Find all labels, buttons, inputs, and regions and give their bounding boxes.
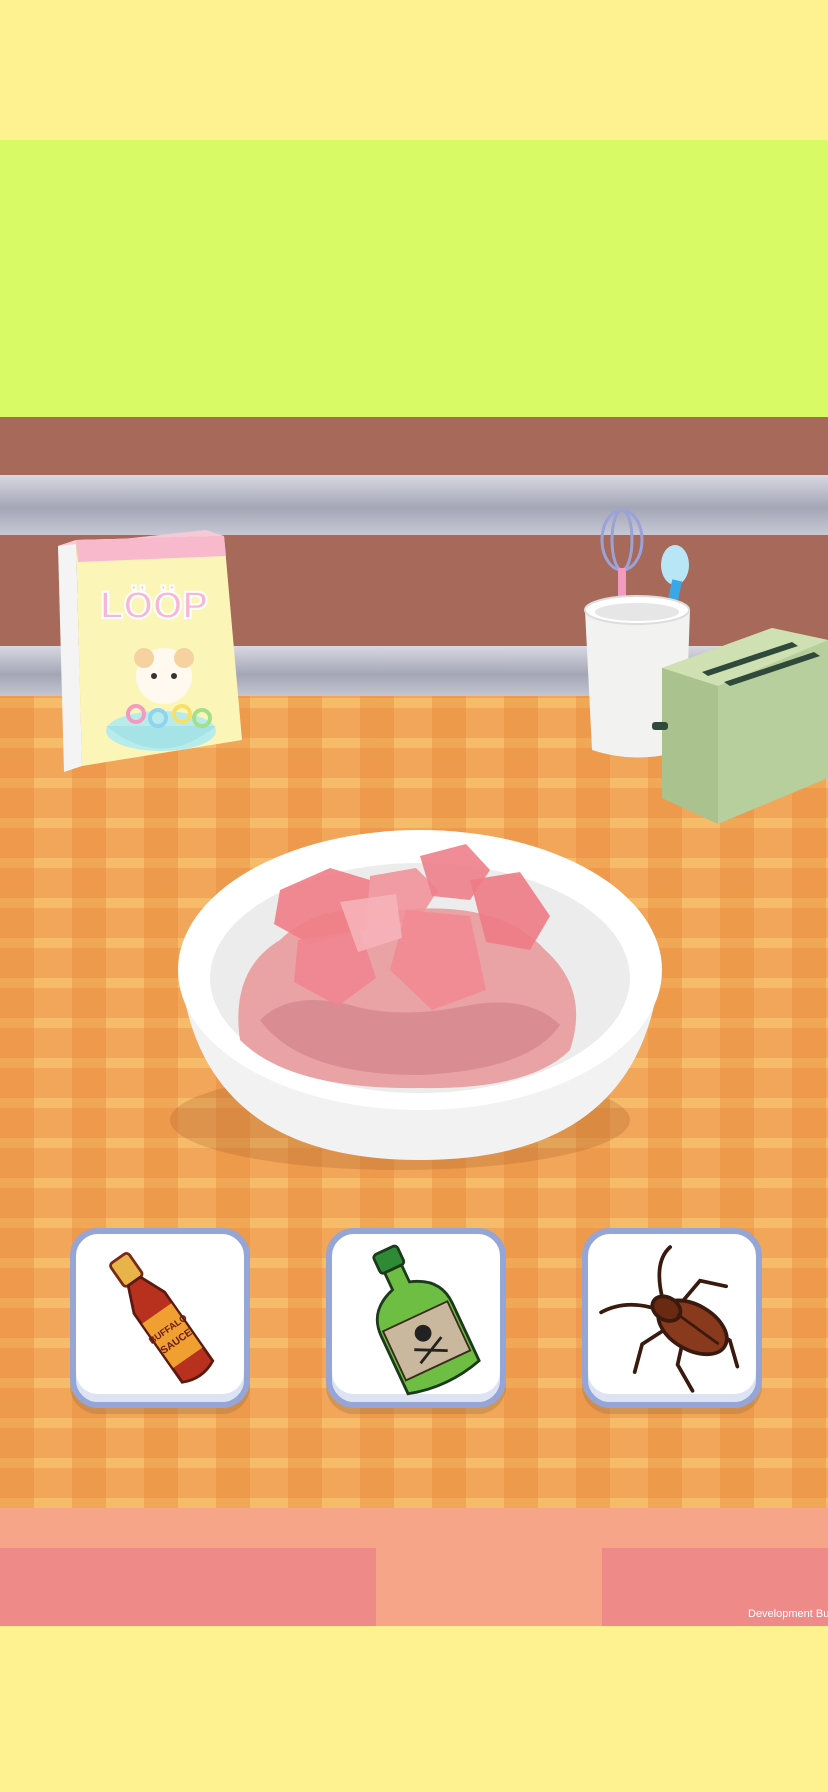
bottom-letterbox-bar [0, 1626, 828, 1792]
choice-hot-sauce-button[interactable]: BUFFALO SAUCE [70, 1228, 250, 1408]
cockroach-icon [599, 1245, 740, 1393]
mixing-bowl [170, 830, 662, 1170]
cereal-box: LÖÖP [58, 530, 242, 772]
toaster [652, 628, 828, 824]
kitchen-wall [0, 140, 828, 417]
cabinet-panel-left [0, 1548, 376, 1626]
poison-bottle-icon [372, 1244, 481, 1396]
development-build-label: Development Build [748, 1608, 828, 1620]
hot-sauce-bottle-icon: BUFFALO SAUCE [109, 1252, 215, 1384]
choice-poison-bottle-button[interactable] [326, 1228, 506, 1408]
choice-cockroach-button[interactable] [582, 1228, 762, 1408]
cereal-brand-text: LÖÖP [100, 584, 208, 627]
top-letterbox-bar [0, 0, 828, 140]
counter-front-edge [0, 1508, 828, 1626]
